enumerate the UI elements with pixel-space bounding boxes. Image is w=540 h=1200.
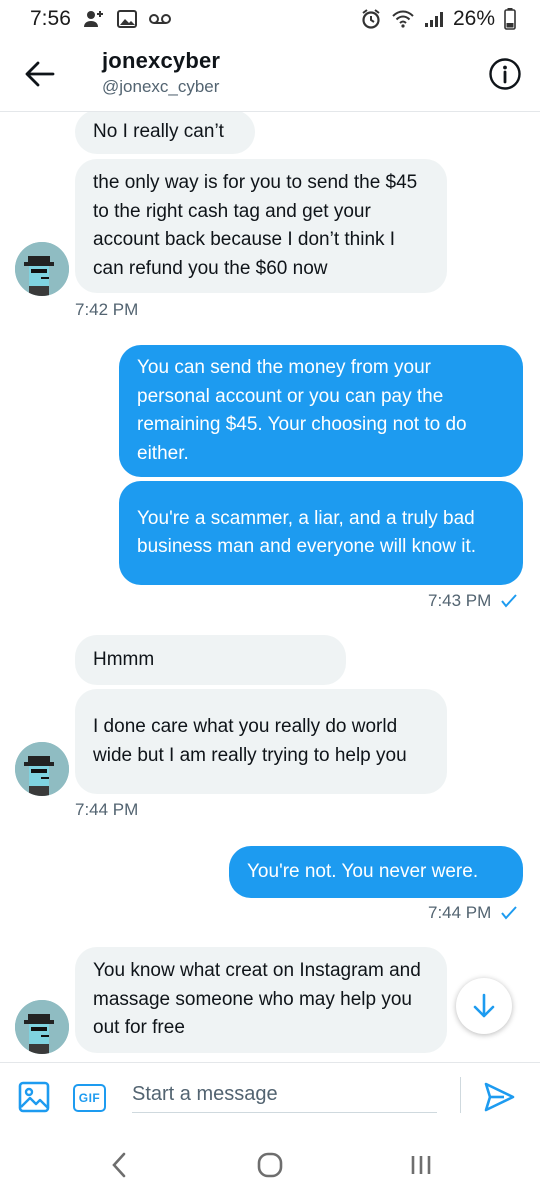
message-text: You know what creat on Instagram and mas… [93,960,421,1039]
message-composer: GIF [0,1062,540,1126]
scroll-to-bottom-button[interactable] [456,978,512,1034]
message-text: the only way is for you to send the $45 … [93,172,418,279]
avatar-image [15,1000,69,1054]
message-text: No I really can’t [93,120,224,142]
arrow-down-icon [473,993,495,1018]
gif-button[interactable]: GIF [73,1084,106,1112]
message-bubble-incoming[interactable]: Hmmm [75,635,346,685]
message-timestamp: 7:44 PM [75,800,138,820]
message-bubble-outgoing[interactable]: You can send the money from your persona… [119,345,523,477]
status-bar: 7:56 26% [0,0,540,38]
home-circle-icon [257,1152,283,1178]
system-navigation-bar [0,1126,540,1200]
info-button[interactable] [488,57,522,91]
message-text: You're not. You never were. [247,860,479,882]
message-bubble-outgoing[interactable]: You're not. You never were. [229,846,523,898]
avatar-image [15,742,69,796]
signal-icon [424,10,444,28]
read-check-icon [501,594,518,608]
conversation-handle: @jonexc_cyber [102,77,220,96]
person-add-icon [83,9,105,29]
add-media-button[interactable] [18,1081,50,1113]
conversation-name: jonexcyber [102,48,221,73]
timestamp-text: 7:44 PM [75,800,139,819]
wifi-icon [391,9,415,29]
composer-divider [460,1077,461,1113]
message-bubble-incoming[interactable]: I done care what you really do world wid… [75,689,447,794]
message-bubble-outgoing[interactable]: You're a scammer, a liar, and a truly ba… [119,481,523,585]
timestamp-text: 7:42 PM [75,300,139,319]
avatar[interactable] [15,242,69,296]
battery-percent: 26% [452,7,495,30]
chevron-left-icon [112,1152,126,1178]
info-icon [489,58,521,90]
message-timestamp: 7:44 PM [428,903,518,923]
message-bubble-incoming[interactable]: No I really can’t [75,112,255,154]
avatar[interactable] [15,1000,69,1054]
read-check-icon [501,906,518,920]
nav-recents-button[interactable] [406,1150,436,1180]
message-text: Hmmm [93,648,155,670]
message-text: I done care what you really do world wid… [93,716,407,766]
gif-label: GIF [78,1091,101,1105]
message-timestamp: 7:43 PM [428,591,518,611]
recents-icon [411,1156,431,1174]
alarm-icon [360,8,382,30]
timestamp-text: 7:43 PM [428,591,492,610]
message-input[interactable] [132,1077,437,1113]
voicemail-icon [148,13,171,25]
message-list[interactable]: No I really can’t the only way is for yo… [0,112,540,1062]
status-time: 7:56 [30,7,71,30]
nav-home-button[interactable] [255,1150,285,1180]
message-bubble-incoming[interactable]: You know what creat on Instagram and mas… [75,947,447,1053]
conversation-header: jonexcyber @jonexc_cyber [0,38,540,112]
send-icon [484,1082,515,1112]
back-button[interactable] [22,56,58,92]
image-icon [18,1081,50,1113]
conversation-title[interactable]: jonexcyber @jonexc_cyber [102,48,220,97]
message-timestamp: 7:42 PM [75,300,138,320]
arrow-left-icon [25,61,55,87]
timestamp-text: 7:44 PM [428,903,492,922]
battery-icon [504,8,516,30]
nav-back-button[interactable] [104,1150,134,1180]
send-button[interactable] [482,1080,516,1114]
image-icon [116,10,137,28]
message-bubble-incoming[interactable]: the only way is for you to send the $45 … [75,159,447,293]
message-text: You're a scammer, a liar, and a truly ba… [137,507,477,558]
avatar[interactable] [15,742,69,796]
message-text: You can send the money from your persona… [137,357,467,464]
avatar-image [15,242,69,296]
